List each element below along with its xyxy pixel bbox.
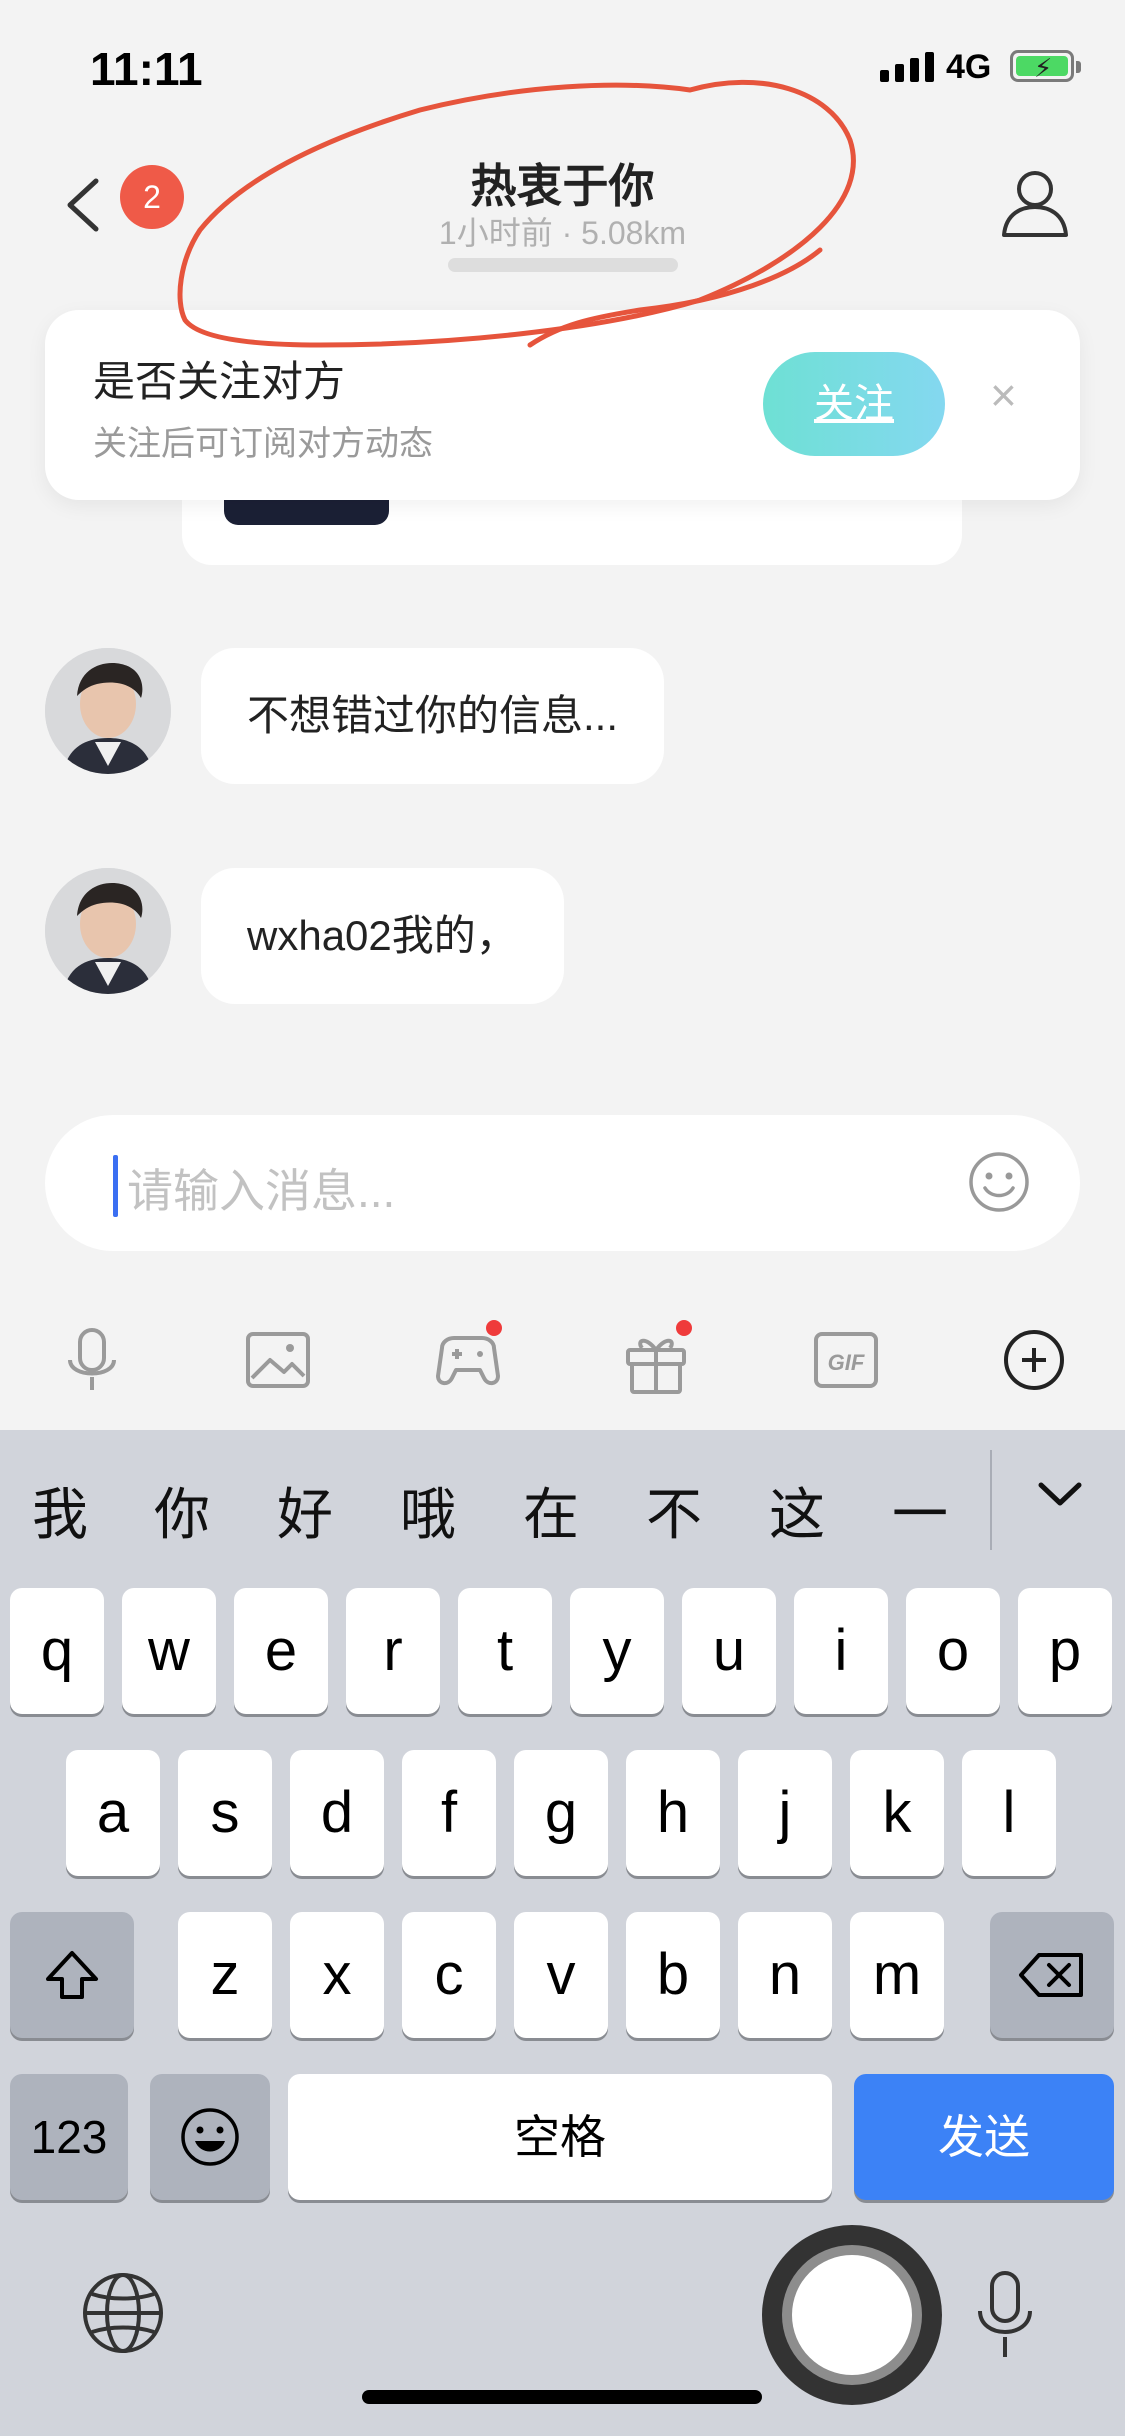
gamepad-button[interactable]	[428, 1320, 508, 1400]
key-b[interactable]: b	[626, 1912, 720, 2038]
key-y[interactable]: y	[570, 1588, 664, 1714]
key-j[interactable]: j	[738, 1750, 832, 1876]
home-indicator	[362, 2390, 762, 2404]
shift-key[interactable]	[10, 1912, 134, 2038]
candidate-word[interactable]: 你	[142, 1470, 222, 1551]
keyboard: 我 你 好 哦 在 不 这 一 q w e r t y u i o p a s …	[0, 1430, 1125, 2436]
network-type: 4G	[946, 48, 992, 86]
follow-button[interactable]: 关注	[763, 352, 945, 456]
candidate-word[interactable]: 好	[265, 1470, 345, 1551]
assistive-touch-ring	[782, 2245, 922, 2385]
follow-prompt-title: 是否关注对方	[93, 358, 346, 405]
signal-icon	[880, 52, 934, 82]
status-time: 11:11	[90, 43, 203, 95]
candidate-word[interactable]: 我	[20, 1470, 100, 1551]
key-m[interactable]: m	[850, 1912, 944, 2038]
chat-title: 热衷于你	[470, 160, 655, 212]
key-p[interactable]: p	[1018, 1588, 1112, 1714]
profile-icon[interactable]	[998, 165, 1072, 239]
numbers-key[interactable]: 123	[10, 2074, 128, 2200]
key-r[interactable]: r	[346, 1588, 440, 1714]
emoji-icon[interactable]	[967, 1150, 1031, 1214]
candidate-word[interactable]: 哦	[388, 1470, 468, 1551]
assistive-touch-button[interactable]	[762, 2225, 942, 2405]
emoji-key[interactable]	[150, 2074, 270, 2200]
key-g[interactable]: g	[514, 1750, 608, 1876]
follow-prompt-subtitle: 关注后可订阅对方动态	[93, 425, 433, 463]
key-a[interactable]: a	[66, 1750, 160, 1876]
message-bubble[interactable]: wxha02我的，	[201, 868, 564, 1004]
plus-icon[interactable]	[994, 1320, 1074, 1400]
key-v[interactable]: v	[514, 1912, 608, 2038]
emoji-icon	[181, 2108, 239, 2166]
key-h[interactable]: h	[626, 1750, 720, 1876]
chevron-down-icon[interactable]	[1035, 1475, 1085, 1515]
candidate-word[interactable]: 不	[634, 1470, 714, 1551]
image-icon[interactable]	[238, 1320, 318, 1400]
dictation-mic-icon[interactable]	[970, 2265, 1040, 2365]
key-t[interactable]: t	[458, 1588, 552, 1714]
key-w[interactable]: w	[122, 1588, 216, 1714]
candidate-word[interactable]: 在	[511, 1470, 591, 1551]
close-icon[interactable]: ×	[990, 368, 1017, 422]
backspace-icon	[1019, 1953, 1083, 1997]
chat-subtitle: 1小时前 · 5.08km	[438, 215, 687, 251]
key-l[interactable]: l	[962, 1750, 1056, 1876]
send-key[interactable]: 发送	[854, 2074, 1114, 2200]
avatar[interactable]	[45, 648, 171, 774]
message-input[interactable]: 请输入消息...	[45, 1115, 1080, 1251]
key-c[interactable]: c	[402, 1912, 496, 2038]
chat-header: 2 热衷于你 1小时前 · 5.08km	[0, 130, 1125, 280]
chat-toolbar: GIF	[0, 1300, 1125, 1430]
header-drag-pill	[448, 258, 678, 272]
text-caret	[113, 1155, 118, 1217]
svg-text:GIF: GIF	[828, 1350, 865, 1375]
key-d[interactable]: d	[290, 1750, 384, 1876]
candidate-word[interactable]: 一	[880, 1470, 960, 1551]
key-e[interactable]: e	[234, 1588, 328, 1714]
key-z[interactable]: z	[178, 1912, 272, 2038]
notification-dot	[676, 1320, 692, 1336]
key-q[interactable]: q	[10, 1588, 104, 1714]
key-n[interactable]: n	[738, 1912, 832, 2038]
gift-button[interactable]	[616, 1320, 696, 1400]
key-i[interactable]: i	[794, 1588, 888, 1714]
avatar[interactable]	[45, 868, 171, 994]
globe-icon[interactable]	[80, 2270, 166, 2356]
key-o[interactable]: o	[906, 1588, 1000, 1714]
follow-prompt-card: 是否关注对方 关注后可订阅对方动态 关注 ×	[45, 310, 1080, 500]
candidate-separator	[990, 1450, 992, 1550]
shift-icon	[46, 1951, 98, 1999]
microphone-icon[interactable]	[52, 1320, 132, 1400]
space-key[interactable]: 空格	[288, 2074, 832, 2200]
delete-key[interactable]	[990, 1912, 1114, 2038]
candidate-word[interactable]: 这	[757, 1470, 837, 1551]
assistive-touch-center	[792, 2255, 912, 2375]
notification-dot	[486, 1320, 502, 1336]
key-x[interactable]: x	[290, 1912, 384, 2038]
gif-icon[interactable]: GIF	[806, 1320, 886, 1400]
message-bubble[interactable]: 不想错过你的信息...	[201, 648, 665, 784]
key-s[interactable]: s	[178, 1750, 272, 1876]
status-bar: 11:11 4G ⚡	[0, 0, 1125, 130]
key-k[interactable]: k	[850, 1750, 944, 1876]
battery-icon: ⚡	[1010, 50, 1081, 83]
key-f[interactable]: f	[402, 1750, 496, 1876]
message-input-placeholder: 请输入消息...	[127, 1165, 396, 1217]
key-u[interactable]: u	[682, 1588, 776, 1714]
